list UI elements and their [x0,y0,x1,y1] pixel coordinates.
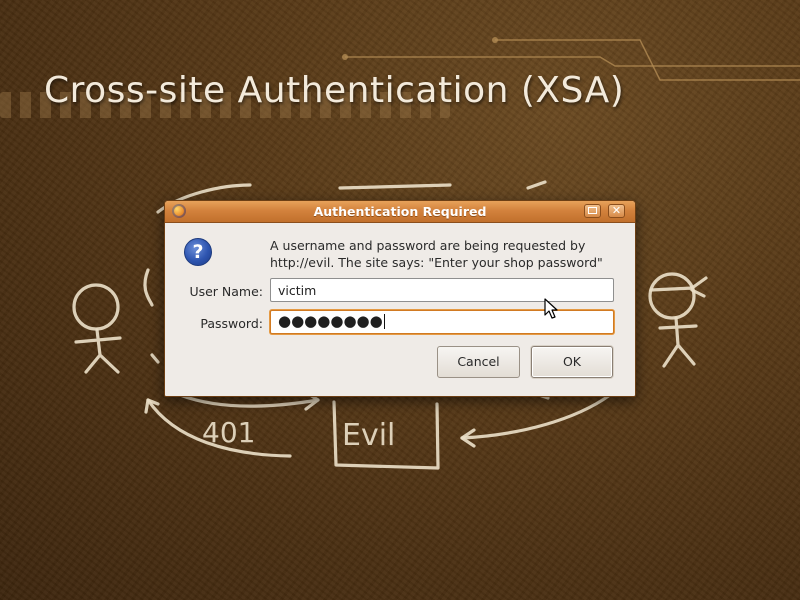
dialog-titlebar[interactable]: Authentication Required ✕ [165,201,635,223]
close-icon: ✕ [611,204,622,217]
response-label: 401 [202,416,255,449]
victim-stick-figure [72,283,122,374]
evil-server-box: Evil [332,400,440,470]
maximize-button[interactable] [584,204,601,218]
dialog-message-line2: http://evil. The site says: "Enter your … [270,255,603,270]
password-label: Password: [200,316,263,331]
text-caret [383,314,385,329]
attacker-stick-figure [648,272,708,368]
cancel-button[interactable]: Cancel [437,346,520,378]
authentication-dialog: Authentication Required ✕ ? A username a… [164,200,636,397]
evil-server-label: Evil [342,418,395,453]
username-label: User Name: [189,284,263,299]
exfil-arrow [460,393,612,440]
mouse-pointer-icon [544,298,558,319]
question-icon: ? [184,238,212,266]
maximize-icon [588,207,597,214]
dialog-message: A username and password are being reques… [270,237,620,271]
dialog-message-line1: A username and password are being reques… [270,238,586,253]
dialog-title: Authentication Required [313,204,487,219]
ok-button[interactable]: OK [531,346,613,378]
username-field[interactable] [270,278,614,302]
close-button[interactable]: ✕ [608,204,625,218]
password-dots: ●●●●●●●● [278,312,383,330]
password-field[interactable]: ●●●●●●●● [270,310,614,334]
